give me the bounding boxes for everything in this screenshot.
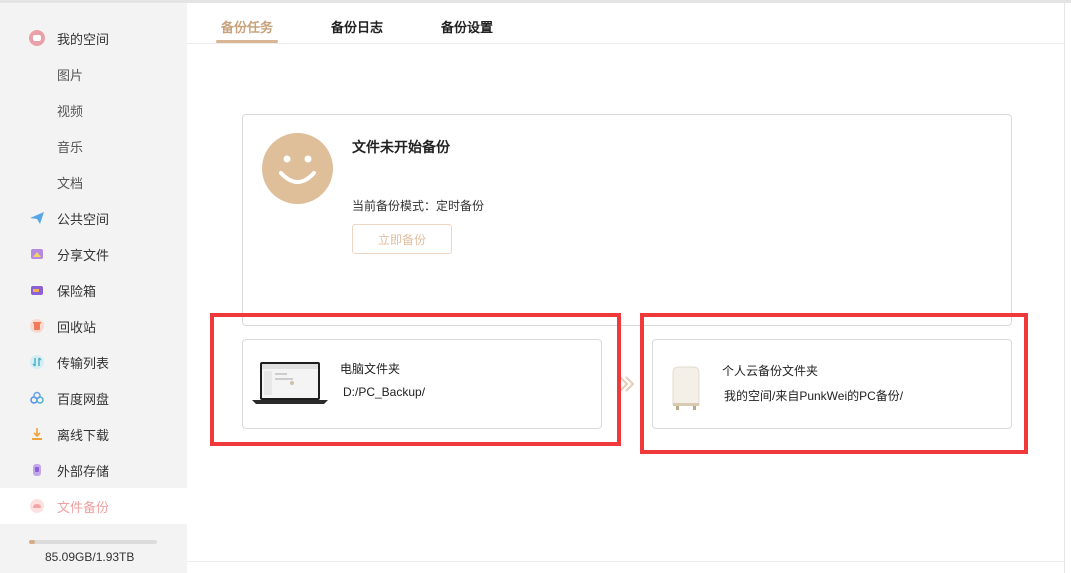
highlight-box-target	[640, 313, 1028, 454]
sidebar-item-label: 回收站	[57, 319, 97, 335]
sidebar-item-label: 文档	[57, 175, 84, 191]
sidebar-item-label: 音乐	[57, 139, 84, 155]
sidebar-item-label: 我的空间	[57, 31, 110, 47]
highlight-box-source	[210, 313, 621, 446]
backup-icon	[29, 498, 45, 514]
sidebar-item-label: 视频	[57, 103, 84, 119]
sidebar-item-file-backup[interactable]: 文件备份	[0, 488, 187, 524]
sidebar-item-shared-files[interactable]: 分享文件	[0, 236, 187, 272]
tab-bar	[187, 3, 1064, 44]
sidebar-item-label: 文件备份	[57, 499, 110, 515]
sidebar-item-offline-download[interactable]: 离线下载	[0, 416, 187, 452]
sidebar-item-recycle-bin[interactable]: 回收站	[0, 308, 187, 344]
sidebar-item-label: 百度网盘	[57, 391, 110, 407]
sidebar-item-label: 保险箱	[57, 283, 97, 299]
right-panel-edge	[1064, 3, 1071, 573]
sidebar-item-label: 离线下载	[57, 427, 110, 443]
safe-icon	[29, 282, 45, 298]
backup-mode-text: 当前备份模式：定时备份	[352, 199, 485, 213]
sidebar-item-baidu-netdisk[interactable]: 百度网盘	[0, 380, 187, 416]
sidebar-item-videos[interactable]: 视频	[0, 92, 187, 128]
storage-text: 85.09GB/1.93TB	[45, 550, 135, 564]
backup-now-button[interactable]: 立即备份	[352, 224, 452, 254]
sidebar-item-documents[interactable]: 文档	[0, 164, 187, 200]
paper-plane-icon	[29, 210, 45, 226]
backup-status-title: 文件未开始备份	[352, 139, 450, 155]
sidebar-item-music[interactable]: 音乐	[0, 128, 187, 164]
bottom-divider	[187, 561, 1064, 562]
sidebar-item-my-space[interactable]: 我的空间	[0, 20, 187, 56]
share-icon	[29, 246, 45, 262]
tab-backup-settings[interactable]: 备份设置	[441, 17, 493, 36]
sidebar-item-label: 外部存储	[57, 463, 110, 479]
tab-backup-log[interactable]: 备份日志	[331, 17, 383, 36]
download-icon	[29, 426, 45, 442]
sidebar-item-label: 公共空间	[57, 211, 110, 227]
sidebar-item-pictures[interactable]: 图片	[0, 56, 187, 92]
active-tab-indicator	[216, 40, 278, 43]
sidebar-item-label: 分享文件	[57, 247, 110, 263]
storage-bar-fill	[29, 540, 35, 544]
sidebar-item-label: 传输列表	[57, 355, 110, 371]
tab-backup-tasks[interactable]: 备份任务	[221, 17, 273, 36]
usb-icon	[29, 462, 45, 478]
storage-bar	[29, 540, 157, 544]
sidebar-item-label: 图片	[57, 67, 84, 83]
cloud-icon	[29, 390, 45, 406]
my-space-icon	[29, 30, 45, 46]
sidebar-item-external-storage[interactable]: 外部存储	[0, 452, 187, 488]
sidebar-item-transfer-list[interactable]: 传输列表	[0, 344, 187, 380]
trash-icon	[29, 318, 45, 334]
sidebar-item-public-space[interactable]: 公共空间	[0, 200, 187, 236]
smiley-icon	[262, 133, 333, 204]
transfer-icon	[29, 354, 45, 370]
sidebar-item-safe[interactable]: 保险箱	[0, 272, 187, 308]
sidebar: 我的空间 图片 视频 音乐 文档 公共空间 分享文件 保险箱 回收站 传输列表 …	[0, 3, 187, 573]
